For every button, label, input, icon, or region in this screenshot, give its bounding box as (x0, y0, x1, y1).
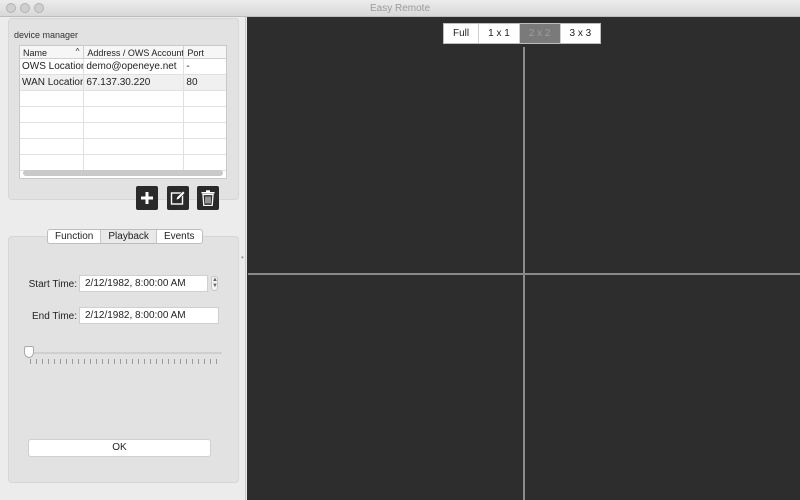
column-header-port[interactable]: Port (184, 46, 226, 58)
tab-playback[interactable]: Playback (101, 230, 157, 243)
sort-ascending-icon: ^ (75, 47, 80, 56)
ok-button[interactable]: OK (28, 439, 211, 457)
cell-address: 67.137.30.220 (84, 75, 185, 90)
add-device-button[interactable] (136, 186, 158, 210)
cell-name: WAN Location (22, 75, 85, 90)
edit-device-button[interactable] (167, 186, 189, 210)
tab-events[interactable]: Events (157, 230, 202, 243)
edit-icon (170, 190, 186, 205)
table-row[interactable]: OWS Location demo@openeye.net - (20, 59, 226, 75)
video-grid (248, 47, 800, 500)
playback-slider-track[interactable] (30, 352, 222, 354)
splitter-handle[interactable]: • (241, 253, 245, 262)
device-table: Name ^ Address / OWS Account Port OWS Lo… (19, 45, 227, 179)
video-cell[interactable] (248, 274, 523, 500)
cell-port: 80 (186, 77, 198, 88)
empty-table-row[interactable] (20, 91, 226, 107)
end-time-label: End Time: (31, 311, 77, 322)
layout-2x2-button[interactable]: 2 x 2 (519, 24, 561, 43)
video-cell[interactable] (525, 47, 800, 273)
video-cell[interactable] (248, 47, 523, 273)
table-header: Name ^ Address / OWS Account Port (20, 46, 226, 59)
column-header-address[interactable]: Address / OWS Account (84, 46, 185, 58)
video-cell[interactable] (525, 274, 800, 500)
start-time-stepper[interactable]: ▲ ▼ (211, 276, 218, 291)
start-time-label: Start Time: (28, 279, 77, 290)
delete-device-button[interactable] (197, 186, 219, 210)
tab-function[interactable]: Function (48, 230, 102, 243)
layout-full-button[interactable]: Full (444, 24, 480, 43)
title-bar: Easy Remote (0, 0, 800, 17)
window-title: Easy Remote (369, 3, 431, 14)
device-manager-label: device manager (14, 30, 79, 40)
mode-tabs: Function Playback Events (47, 229, 203, 244)
table-row[interactable]: WAN Location 67.137.30.220 80 (20, 75, 226, 91)
empty-table-row[interactable] (20, 123, 226, 139)
cell-name: OWS Location (22, 59, 85, 74)
cell-port: - (186, 61, 190, 72)
trash-icon (201, 190, 215, 206)
slider-ticks (30, 359, 222, 364)
end-time-field[interactable]: 2/12/1982, 8:00:00 AM (79, 307, 219, 324)
layout-3x3-button[interactable]: 3 x 3 (561, 24, 601, 43)
start-time-field[interactable]: 2/12/1982, 8:00:00 AM (79, 275, 208, 292)
column-header-name[interactable]: Name ^ (20, 46, 85, 58)
empty-table-row[interactable] (20, 139, 226, 155)
horizontal-scrollbar[interactable] (23, 170, 223, 176)
empty-table-row[interactable] (20, 155, 226, 171)
cell-address: demo@openeye.net (84, 59, 185, 74)
layout-1x1-button[interactable]: 1 x 1 (479, 24, 520, 43)
plus-icon (141, 192, 153, 204)
playback-slider-knob[interactable] (24, 346, 34, 358)
layout-selector: Full 1 x 1 2 x 2 3 x 3 (443, 23, 602, 44)
empty-table-row[interactable] (20, 107, 226, 123)
